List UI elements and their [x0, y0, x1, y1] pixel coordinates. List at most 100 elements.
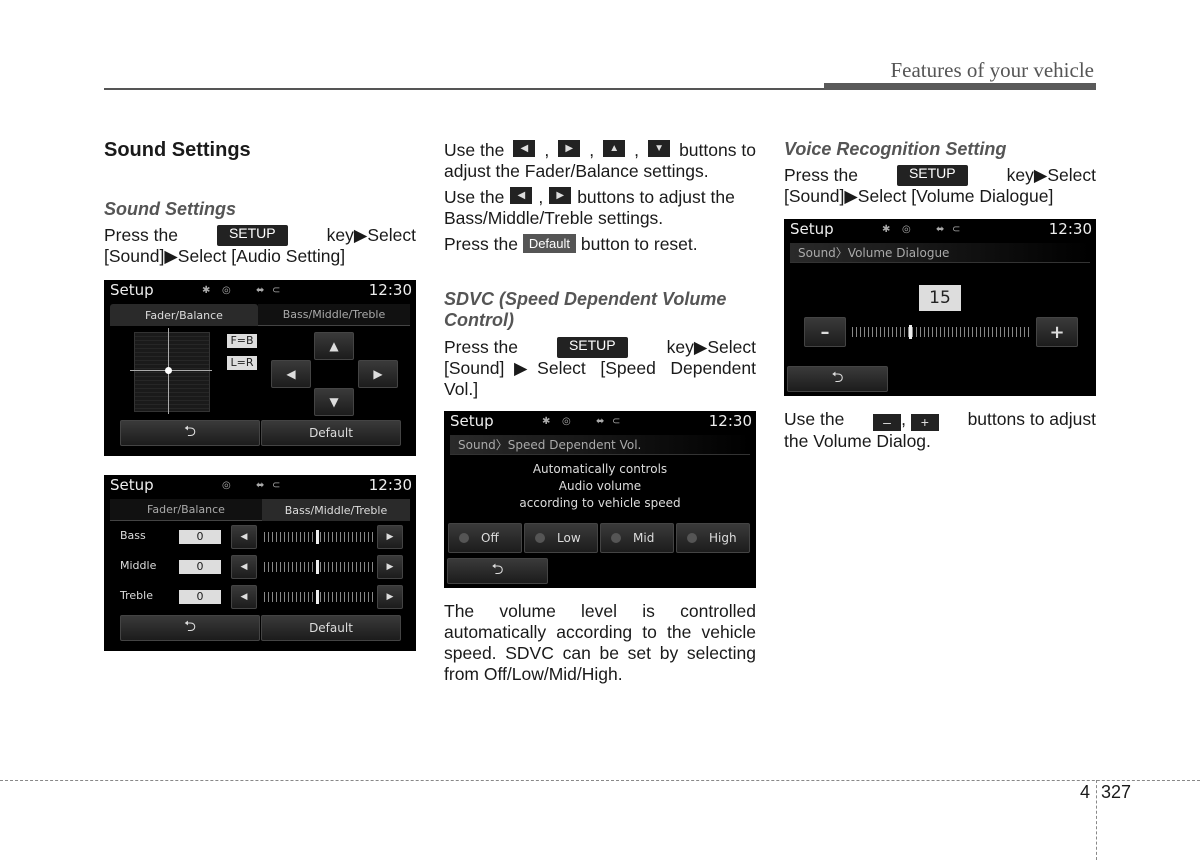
left-arrow-icon: ◀ — [286, 367, 296, 381]
eq-slider-knob[interactable] — [316, 530, 319, 544]
text: buttons to — [679, 140, 756, 160]
screen-title: Setup — [790, 220, 834, 238]
left-arrow-icon: ◀ — [240, 562, 248, 572]
back-icon: ⮌ — [183, 421, 196, 440]
setup-key: SETUP — [216, 225, 288, 246]
fader-balance-screen: Setup ✱ ◎ ⬌ ⊂ 12:30 Fader/Balance Bass/M… — [104, 280, 416, 456]
text: [Sound]▶Select [Speed Dependent Vol.] — [444, 358, 756, 399]
decrease-button[interactable]: ◀ — [231, 555, 257, 579]
sdvc-heading: SDVC (Speed Dependent Volume Control) — [444, 289, 727, 330]
option-label: Low — [557, 531, 581, 545]
clock: 12:30 — [708, 412, 752, 430]
footer-separator — [1096, 780, 1097, 860]
right-arrow-icon: ▶ — [386, 532, 394, 542]
page-number: 327 — [1101, 782, 1132, 802]
page-heading: Sound Settings — [104, 139, 251, 161]
description-line: according to vehicle speed — [519, 496, 681, 510]
breadcrumb: Sound〉Speed Dependent Vol. — [450, 435, 750, 455]
text: key▶Select — [666, 337, 756, 357]
increase-button[interactable]: ▶ — [377, 555, 403, 579]
text: [Sound]▶Select [Volume Dialogue] — [784, 186, 1054, 206]
tab-fader-balance[interactable]: Fader/Balance — [110, 304, 258, 326]
eq-label: Middle — [120, 559, 157, 572]
eq-slider-knob[interactable] — [316, 590, 319, 604]
seat-diagram — [134, 332, 210, 412]
text: button to reset. — [580, 234, 698, 254]
usb-icon: ⬌ — [256, 285, 265, 296]
aux-icon: ⊂ — [952, 224, 961, 235]
sdvc-body: The volume level is controlled automatic… — [444, 601, 756, 684]
back-button[interactable]: ⮌ — [447, 558, 548, 584]
sdvc-screen: Setup ✱ ◎ ⬌ ⊂ 12:30 Sound〉Speed Dependen… — [444, 411, 756, 588]
aux-icon: ⊂ — [272, 285, 281, 296]
tab-fader-balance[interactable]: Fader/Balance — [110, 499, 262, 521]
right-arrow-icon: ▶ — [386, 592, 394, 602]
sdvc-option-high[interactable]: High — [676, 523, 750, 553]
decrease-button[interactable]: ◀ — [231, 525, 257, 549]
minus-button[interactable]: – — [804, 317, 846, 347]
breadcrumb: Sound〉Volume Dialogue — [790, 243, 1090, 263]
text: Press the — [104, 225, 178, 245]
default-button[interactable]: Default — [261, 420, 401, 446]
left-arrow-icon: ◀ — [240, 592, 248, 602]
back-icon: ⮌ — [831, 367, 844, 386]
down-button[interactable]: ▼ — [314, 388, 354, 416]
back-button[interactable]: ⮌ — [120, 615, 260, 641]
back-icon: ⮌ — [491, 559, 504, 578]
back-button[interactable]: ⮌ — [787, 366, 888, 392]
right-button-icon: ▶ — [558, 140, 581, 157]
text: Use the — [444, 187, 505, 207]
volume-slider-knob[interactable] — [909, 325, 912, 339]
default-button[interactable]: Default — [261, 615, 401, 641]
plus-button[interactable]: + — [1036, 317, 1078, 347]
increase-button[interactable]: ▶ — [377, 585, 403, 609]
tab-bass-middle-treble[interactable]: Bass/Middle/Treble — [262, 499, 410, 521]
text: Bass/Middle/Treble settings. — [444, 208, 664, 228]
option-label: Off — [481, 531, 499, 545]
right-button[interactable]: ▶ — [358, 360, 398, 388]
position-marker[interactable] — [165, 367, 172, 374]
increase-button[interactable]: ▶ — [377, 525, 403, 549]
fb-badge: F=B — [227, 334, 257, 348]
screen-title: Setup — [450, 412, 494, 430]
text: key▶Select — [326, 225, 416, 245]
up-button-icon: ▲ — [603, 140, 626, 157]
eq-label: Bass — [120, 529, 146, 542]
option-label: Mid — [633, 531, 655, 545]
text: [Sound]▶Select [Audio Setting] — [104, 246, 346, 266]
eq-slider[interactable] — [264, 562, 374, 572]
disc-icon: ◎ — [222, 480, 231, 491]
bass-middle-treble-screen: Setup ◎ ⬌ ⊂ 12:30 Fader/Balance Bass/Mid… — [104, 475, 416, 651]
voice-heading: Voice Recognition Setting — [784, 139, 1007, 159]
sdvc-option-off[interactable]: Off — [448, 523, 522, 553]
decrease-button[interactable]: ◀ — [231, 585, 257, 609]
volume-slider[interactable] — [852, 327, 1032, 337]
eq-value: 0 — [179, 560, 221, 574]
volume-value: 15 — [919, 285, 961, 311]
up-button[interactable]: ▲ — [314, 332, 354, 360]
down-button-icon: ▼ — [648, 140, 671, 157]
text: Use the — [444, 140, 505, 160]
tab-bass-middle-treble[interactable]: Bass/Middle/Treble — [258, 304, 410, 326]
radio-icon — [535, 533, 545, 543]
usb-icon: ⬌ — [256, 480, 265, 491]
description-line: Automatically controls — [532, 462, 668, 476]
section-title: Features of your vehicle — [890, 58, 1094, 82]
eq-slider[interactable] — [264, 592, 374, 602]
up-arrow-icon: ▲ — [329, 339, 339, 353]
eq-slider[interactable] — [264, 532, 374, 542]
text: buttons to adjust the — [577, 187, 735, 207]
sdvc-option-mid[interactable]: Mid — [600, 523, 674, 553]
back-button[interactable]: ⮌ — [120, 420, 260, 446]
lr-badge: L=R — [227, 356, 257, 370]
setup-key: SETUP — [556, 337, 628, 358]
left-button-icon: ◀ — [513, 140, 536, 157]
left-button[interactable]: ◀ — [271, 360, 311, 388]
header-rule — [104, 88, 824, 90]
screen-title: Setup — [110, 281, 154, 299]
clock: 12:30 — [368, 281, 412, 299]
aux-icon: ⊂ — [612, 416, 621, 427]
eq-slider-knob[interactable] — [316, 560, 319, 574]
clock: 12:30 — [1048, 220, 1092, 238]
sdvc-option-low[interactable]: Low — [524, 523, 598, 553]
